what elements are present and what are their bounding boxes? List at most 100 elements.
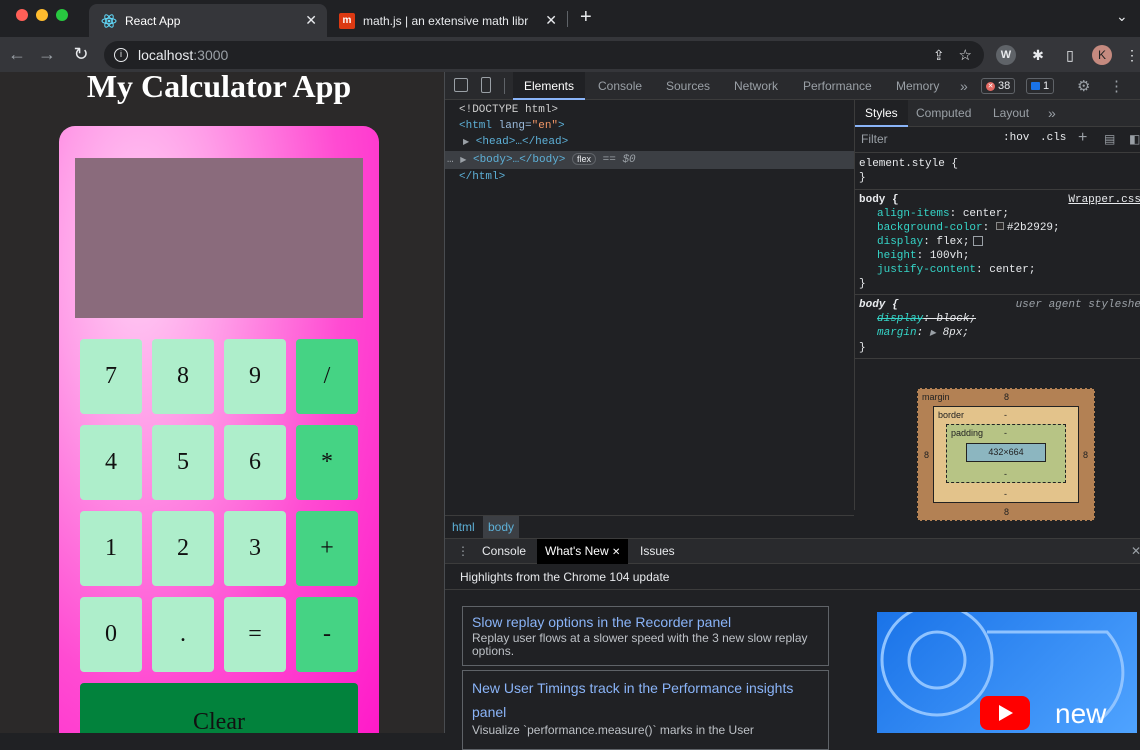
close-tab-icon[interactable]: ✕ — [305, 12, 317, 29]
drawer-tab-console[interactable]: Console — [482, 539, 526, 564]
card-title[interactable]: New User Timings track in the Performanc… — [472, 676, 819, 724]
key-button[interactable]: 0 — [80, 597, 142, 672]
message-counter[interactable]: 1 — [1026, 78, 1055, 94]
padding-top-value[interactable]: - — [1004, 428, 1007, 438]
key-button[interactable]: 7 — [80, 339, 142, 414]
box-model-border[interactable]: border - - padding - - 432×664 — [933, 406, 1079, 503]
dom-html-open[interactable]: <html lang="en"> — [445, 118, 854, 134]
error-counter[interactable]: ✕ 38 — [981, 78, 1016, 94]
more-tabs-button[interactable]: » — [960, 72, 968, 100]
breadcrumb-html[interactable]: html — [452, 520, 475, 534]
style-declaration[interactable]: height: 100vh; — [877, 249, 1137, 263]
tab-search-chevron-icon[interactable]: ⌄ — [1116, 8, 1128, 25]
address-bar[interactable]: i localhost :3000 ⇪ ☆ — [104, 41, 984, 69]
color-swatch[interactable] — [995, 222, 1004, 230]
style-declaration[interactable]: background-color: #2b2929; — [877, 221, 1137, 235]
extensions-puzzle-icon[interactable]: ✱ — [1028, 45, 1048, 65]
paint-brush-icon[interactable]: ▤ — [1104, 132, 1115, 146]
ua-decl-display[interactable]: display: block; — [877, 312, 1137, 326]
device-toolbar-icon[interactable] — [481, 77, 491, 93]
video-thumbnail[interactable]: new — [877, 612, 1137, 733]
new-tab-button[interactable]: + — [580, 6, 592, 29]
key-button[interactable]: - — [296, 597, 358, 672]
dom-body-selected[interactable]: … ▶ <body>…</body> flex == $0 — [445, 151, 854, 169]
youtube-play-icon[interactable] — [980, 696, 1030, 730]
expand-triangle-icon[interactable]: ▶ — [930, 329, 936, 338]
close-window-button[interactable] — [16, 9, 28, 21]
extension-w-icon[interactable]: W — [996, 45, 1016, 65]
flexbox-editor-icon[interactable] — [973, 236, 984, 247]
key-button[interactable]: 1 — [80, 511, 142, 586]
styles-filter-input[interactable]: Filter — [861, 132, 888, 146]
box-model-content[interactable]: 432×664 — [966, 443, 1046, 462]
key-button[interactable]: 8 — [152, 339, 214, 414]
key-button[interactable]: = — [224, 597, 286, 672]
key-button[interactable]: 9 — [224, 339, 286, 414]
profile-avatar[interactable]: K — [1092, 45, 1112, 65]
feature-card[interactable]: New User Timings track in the Performanc… — [462, 670, 829, 750]
dom-head[interactable]: ▶ <head>…</head> — [445, 134, 854, 151]
tab-styles[interactable]: Styles — [855, 100, 908, 127]
minimize-window-button[interactable] — [36, 9, 48, 21]
bookmark-star-icon[interactable]: ☆ — [959, 46, 972, 64]
hover-state-toggle[interactable]: :hov — [1003, 132, 1029, 144]
key-button[interactable]: 5 — [152, 425, 214, 500]
tab-performance[interactable]: Performance — [803, 72, 872, 100]
margin-bottom-value[interactable]: 8 — [1004, 507, 1009, 517]
tab-elements[interactable]: Elements — [513, 72, 585, 100]
inspect-element-icon[interactable] — [454, 78, 468, 92]
style-declaration[interactable]: align-items: center; — [877, 207, 1137, 221]
forward-arrow-icon[interactable]: → — [36, 44, 58, 66]
box-model-padding[interactable]: padding - - 432×664 — [946, 424, 1066, 483]
tab-mathjs[interactable]: m math.js | an extensive math libr ✕ — [329, 4, 567, 37]
border-bottom-value[interactable]: - — [1004, 489, 1007, 499]
style-declaration[interactable]: justify-content: center; — [877, 263, 1137, 277]
margin-right-value[interactable]: 8 — [1083, 450, 1088, 460]
stylesheet-link[interactable]: Wrapper.css — [1068, 193, 1140, 207]
expand-triangle-icon[interactable]: ▶ — [460, 156, 466, 165]
site-info-icon[interactable]: i — [114, 48, 128, 62]
tab-console[interactable]: Console — [598, 72, 642, 100]
menu-kebab-icon[interactable]: ⋮ — [1122, 45, 1140, 65]
breadcrumb-body[interactable]: body — [483, 516, 520, 538]
clear-button[interactable]: Clear — [80, 683, 358, 733]
padding-bottom-value[interactable]: - — [1004, 469, 1007, 479]
drawer-menu-icon[interactable]: ⋮ — [457, 539, 469, 564]
key-button[interactable]: . — [152, 597, 214, 672]
key-button[interactable]: 6 — [224, 425, 286, 500]
key-button[interactable]: 4 — [80, 425, 142, 500]
card-title[interactable]: Slow replay options in the Recorder pane… — [472, 612, 819, 632]
tab-memory[interactable]: Memory — [896, 72, 939, 100]
back-arrow-icon[interactable]: ← — [6, 44, 28, 66]
drawer-tab-whats-new[interactable]: What's New ✕ — [537, 539, 629, 564]
close-drawer-icon[interactable]: ✕ — [1131, 539, 1140, 564]
drawer-tab-issues[interactable]: Issues — [640, 539, 675, 564]
tab-network[interactable]: Network — [734, 72, 778, 100]
key-button[interactable]: / — [296, 339, 358, 414]
side-panel-icon[interactable]: ▯ — [1060, 45, 1080, 65]
key-button[interactable]: 2 — [152, 511, 214, 586]
close-drawer-tab-icon[interactable]: ✕ — [612, 547, 620, 558]
ua-decl-margin[interactable]: margin: ▶ 8px; — [877, 326, 1137, 341]
flex-badge[interactable]: flex — [572, 153, 597, 165]
margin-left-value[interactable]: 8 — [924, 450, 929, 460]
close-tab-icon[interactable]: ✕ — [545, 12, 557, 29]
settings-gear-icon[interactable]: ⚙ — [1077, 77, 1090, 95]
more-panes-button[interactable]: » — [1048, 100, 1056, 127]
feature-card[interactable]: Slow replay options in the Recorder pane… — [462, 606, 829, 666]
reload-icon[interactable]: ↻ — [70, 44, 92, 66]
key-button[interactable]: 3 — [224, 511, 286, 586]
new-rule-plus-icon[interactable]: + — [1078, 129, 1087, 147]
class-toggle[interactable]: .cls — [1040, 132, 1066, 144]
toggle-sidebar-icon[interactable]: ◧ — [1129, 132, 1140, 146]
tab-layout[interactable]: Layout — [993, 100, 1029, 127]
key-button[interactable]: + — [296, 511, 358, 586]
style-declaration[interactable]: display: flex; — [877, 235, 1137, 249]
box-model-margin[interactable]: margin 8 8 8 8 border - - padding - - 43… — [917, 388, 1095, 521]
tab-sources[interactable]: Sources — [666, 72, 710, 100]
share-icon[interactable]: ⇪ — [933, 47, 945, 64]
expand-triangle-icon[interactable]: ▶ — [463, 138, 469, 147]
margin-top-value[interactable]: 8 — [1004, 392, 1009, 402]
maximize-window-button[interactable] — [56, 9, 68, 21]
key-button[interactable]: * — [296, 425, 358, 500]
